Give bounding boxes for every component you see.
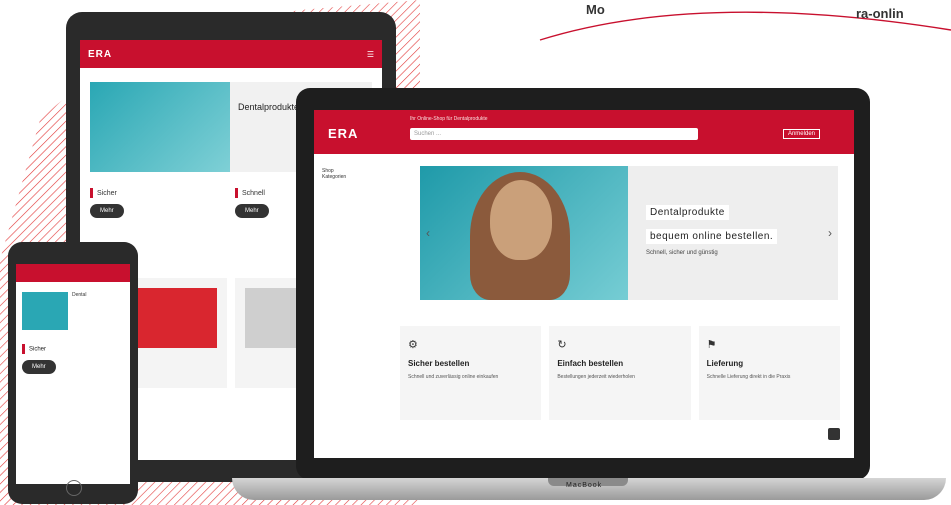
laptop-sidebar: Shop Kategorien [322, 168, 392, 180]
chat-button[interactable] [828, 428, 840, 440]
feature-title: Sicher bestellen [408, 359, 470, 368]
tablet-card-button[interactable]: Mehr [90, 204, 124, 218]
hero-line-1: Dentalprodukte [646, 205, 729, 220]
feature-icon: ↻ [557, 339, 567, 351]
banner-text-right: ra-onlin [856, 6, 904, 21]
laptop-hero: Dentalprodukte bequem online bestellen. … [420, 166, 838, 300]
feature-desc: Bestellungen jederzeit wiederholen [557, 374, 635, 380]
feature-icon: ⚙ [408, 339, 418, 351]
feature-icon: ⚑ [706, 339, 717, 351]
tablet-hero-image [90, 82, 230, 172]
laptop-brand-label: MacBook [566, 482, 603, 489]
laptop-screen: ERA Ihr Online-Shop für Dentalprodukte S… [314, 110, 854, 458]
hero-subtitle: Schnell, sicher und günstig [646, 250, 718, 256]
feature-desc: Schnell und zuverlässig online einkaufen [408, 374, 499, 380]
hero-image [420, 166, 628, 300]
phone-card-button[interactable]: Mehr [22, 360, 56, 374]
phone-card-title: Sicher [29, 346, 47, 353]
phone-header [16, 264, 130, 282]
sidebar-item-categories[interactable]: Kategorien [322, 174, 392, 180]
feature-desc: Schnelle Lieferung direkt in die Praxis [706, 374, 791, 380]
tablet-menu-icon[interactable]: ☰ [367, 50, 374, 59]
phone-hero: Dental [22, 292, 124, 330]
tablet-header: ERA ☰ [80, 40, 382, 68]
phone-screen: Dental Sicher Mehr [16, 264, 130, 484]
tablet-card-title: Schnell [242, 189, 265, 197]
phone-hero-title: Dental [72, 292, 87, 298]
search-input[interactable]: Suchen ... [410, 128, 698, 140]
laptop-header: ERA Ihr Online-Shop für Dentalprodukte S… [314, 110, 854, 154]
hero-line-2: bequem online bestellen. [646, 229, 778, 244]
chevron-left-icon[interactable]: ‹ [426, 226, 430, 240]
home-button-icon[interactable] [66, 480, 82, 496]
feature-title: Lieferung [706, 359, 744, 368]
tablet-card-title: Sicher [97, 189, 117, 197]
laptop-tagline: Ihr Online-Shop für Dentalprodukte [410, 116, 488, 122]
feature-card[interactable]: ↻ Einfach bestellen Bestellungen jederze… [549, 326, 691, 420]
feature-card[interactable]: ⚑ Lieferung Schnelle Lieferung direkt in… [698, 326, 840, 420]
login-button[interactable]: Anmelden [782, 129, 820, 139]
laptop-logo[interactable]: ERA [328, 126, 358, 141]
banner-text-left: Mo [586, 2, 605, 17]
feature-title: Einfach bestellen [557, 359, 624, 368]
chevron-right-icon[interactable]: › [828, 226, 832, 240]
tablet-logo: ERA [88, 48, 113, 60]
phone-hero-image [22, 292, 68, 330]
laptop-device: ERA Ihr Online-Shop für Dentalprodukte S… [296, 88, 870, 480]
feature-card[interactable]: ⚙ Sicher bestellen Schnell und zuverläss… [400, 326, 542, 420]
tablet-card-button[interactable]: Mehr [235, 204, 269, 218]
phone-device: Dental Sicher Mehr [8, 242, 138, 504]
